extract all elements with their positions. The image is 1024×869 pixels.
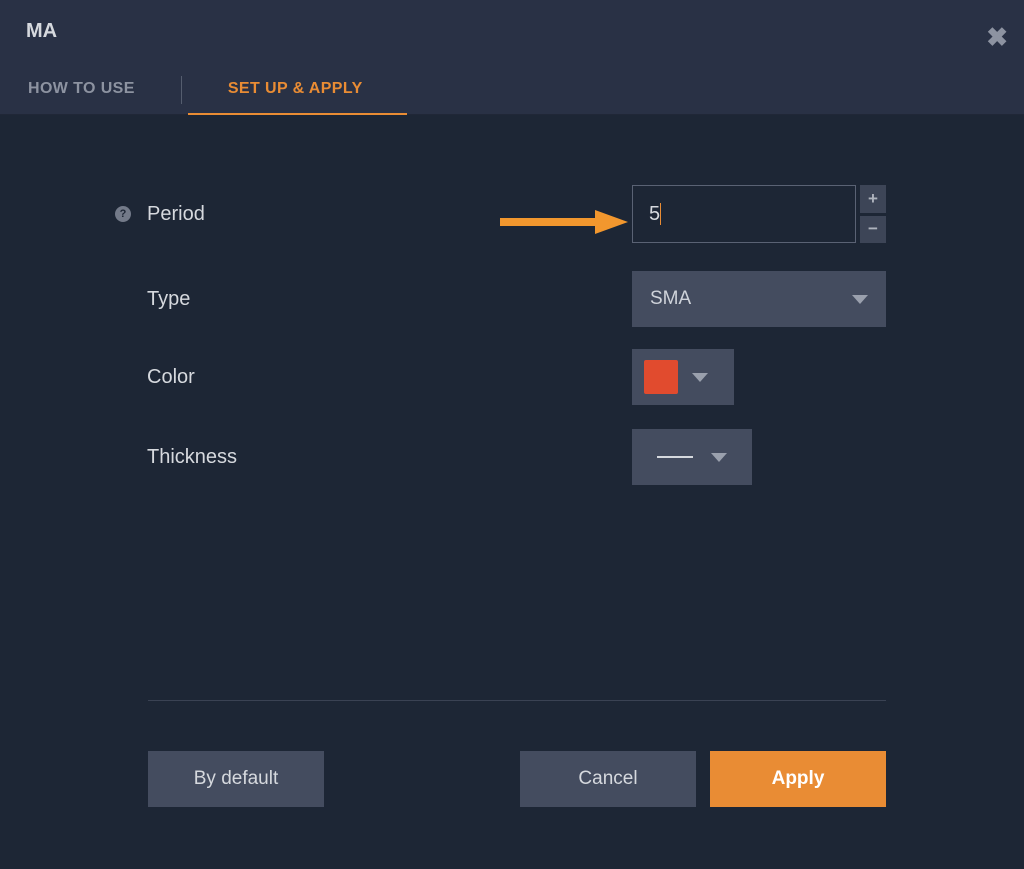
right-buttons: Cancel Apply [520,751,886,807]
thickness-select[interactable] [632,429,752,485]
footer-divider [148,700,886,701]
stepper-buttons: + − [860,185,886,243]
tab-how-to-use[interactable]: HOW TO USE [28,80,135,114]
apply-button[interactable]: Apply [710,751,886,807]
row-color: Color [115,349,886,405]
thickness-sample [657,456,693,458]
tab-set-up-apply[interactable]: SET UP & APPLY [228,80,363,114]
label-color: Color [147,366,195,389]
close-icon[interactable]: ✖ [986,22,1008,53]
row-period: ? Period + − [115,185,886,243]
color-swatch [644,360,678,394]
type-selected: SMA [650,288,691,310]
by-default-button[interactable]: By default [148,751,324,807]
help-spacer [115,449,131,465]
tabs-bar: HOW TO USE SET UP & APPLY [28,66,363,114]
tab-divider [181,76,182,104]
label-thickness: Thickness [147,446,237,469]
dialog-footer: By default Cancel Apply [148,751,886,807]
chevron-down-icon [852,295,868,304]
period-stepper: + − [632,185,886,243]
dialog-title: MA [26,20,57,43]
label-thickness-wrap: Thickness [115,446,237,469]
chevron-down-icon [692,373,708,382]
color-select[interactable] [632,349,734,405]
help-spacer [115,369,131,385]
stepper-plus[interactable]: + [860,185,886,213]
period-input[interactable] [632,185,856,243]
dialog-header: MA ✖ HOW TO USE SET UP & APPLY [0,0,1024,115]
label-color-wrap: Color [115,366,195,389]
dialog-body: ? Period + − Type SMA Color [0,115,1024,869]
cancel-button[interactable]: Cancel [520,751,696,807]
label-period: Period [147,203,205,226]
help-icon[interactable]: ? [115,206,131,222]
row-type: Type SMA [115,271,886,327]
help-spacer [115,291,131,307]
label-type: Type [147,288,190,311]
label-type-wrap: Type [115,288,190,311]
row-thickness: Thickness [115,429,886,485]
chevron-down-icon [711,453,727,462]
text-caret [660,203,661,225]
label-period-wrap: ? Period [115,203,205,226]
type-select[interactable]: SMA [632,271,886,327]
stepper-minus[interactable]: − [860,216,886,244]
period-input-wrap[interactable] [632,185,856,243]
